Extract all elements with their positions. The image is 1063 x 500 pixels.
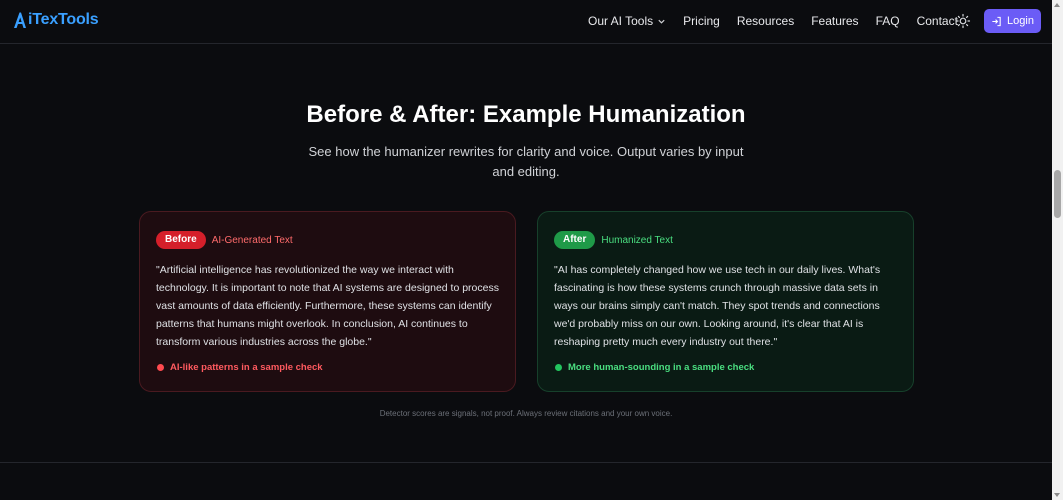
nav-features[interactable]: Features <box>811 14 858 28</box>
after-text: "AI has completely changed how we use te… <box>554 264 881 348</box>
disclaimer: Detector scores are signals, not proof. … <box>379 409 673 418</box>
nav-contact[interactable]: Contact <box>917 14 958 28</box>
scroll-thumb[interactable] <box>1054 170 1061 218</box>
red-dot-icon <box>157 364 164 371</box>
section-title: Before & After: Example Humanization <box>306 101 746 128</box>
sun-icon[interactable] <box>955 13 971 29</box>
green-dot-icon <box>555 364 562 371</box>
section-divider <box>0 462 1052 463</box>
after-card: After Humanized Text "AI has completely … <box>537 211 914 392</box>
brand-name: iTexTools <box>28 11 99 28</box>
after-label: Humanized Text <box>601 234 673 246</box>
nav-faq[interactable]: FAQ <box>876 14 900 28</box>
brand-logo[interactable]: iTexTools <box>13 11 99 29</box>
after-badge: After <box>554 231 596 249</box>
top-navbar: iTexTools Our AI Tools Pricing Resources… <box>0 0 1052 44</box>
vertical-scrollbar[interactable] <box>1052 0 1063 500</box>
before-card: Before AI-Generated Text "Artificial int… <box>139 211 516 392</box>
before-footer: AI-like patterns in a sample check <box>157 362 323 373</box>
before-text: "Artificial intelligence has revolutioni… <box>156 264 499 348</box>
section-subtitle: See how the humanizer rewrites for clari… <box>308 144 744 179</box>
login-button[interactable]: Login <box>984 9 1041 33</box>
nav-our-ai-tools[interactable]: Our AI Tools <box>588 14 666 28</box>
login-label: Login <box>1007 15 1034 27</box>
chevron-down-icon <box>658 19 665 24</box>
scroll-up-arrow-icon[interactable] <box>1054 3 1060 7</box>
login-arrow-icon <box>992 16 1001 26</box>
before-footer-text: AI-like patterns in a sample check <box>170 362 323 373</box>
after-footer-text: More human-sounding in a sample check <box>568 362 755 373</box>
before-badge: Before <box>156 231 206 249</box>
before-card-header: Before AI-Generated Text <box>156 231 499 249</box>
nav-our-ai-tools-label: Our AI Tools <box>588 14 654 28</box>
nav-links: Our AI Tools Pricing Resources Features … <box>588 14 975 28</box>
nav-pricing[interactable]: Pricing <box>683 14 720 28</box>
before-label: AI-Generated Text <box>211 234 293 246</box>
nav-resources[interactable]: Resources <box>737 14 794 28</box>
brand-a-icon <box>14 12 26 28</box>
after-card-header: After Humanized Text <box>554 231 897 249</box>
after-footer: More human-sounding in a sample check <box>555 362 754 373</box>
scroll-down-arrow-icon[interactable] <box>1054 493 1060 497</box>
page: iTexTools Our AI Tools Pricing Resources… <box>0 0 1063 500</box>
